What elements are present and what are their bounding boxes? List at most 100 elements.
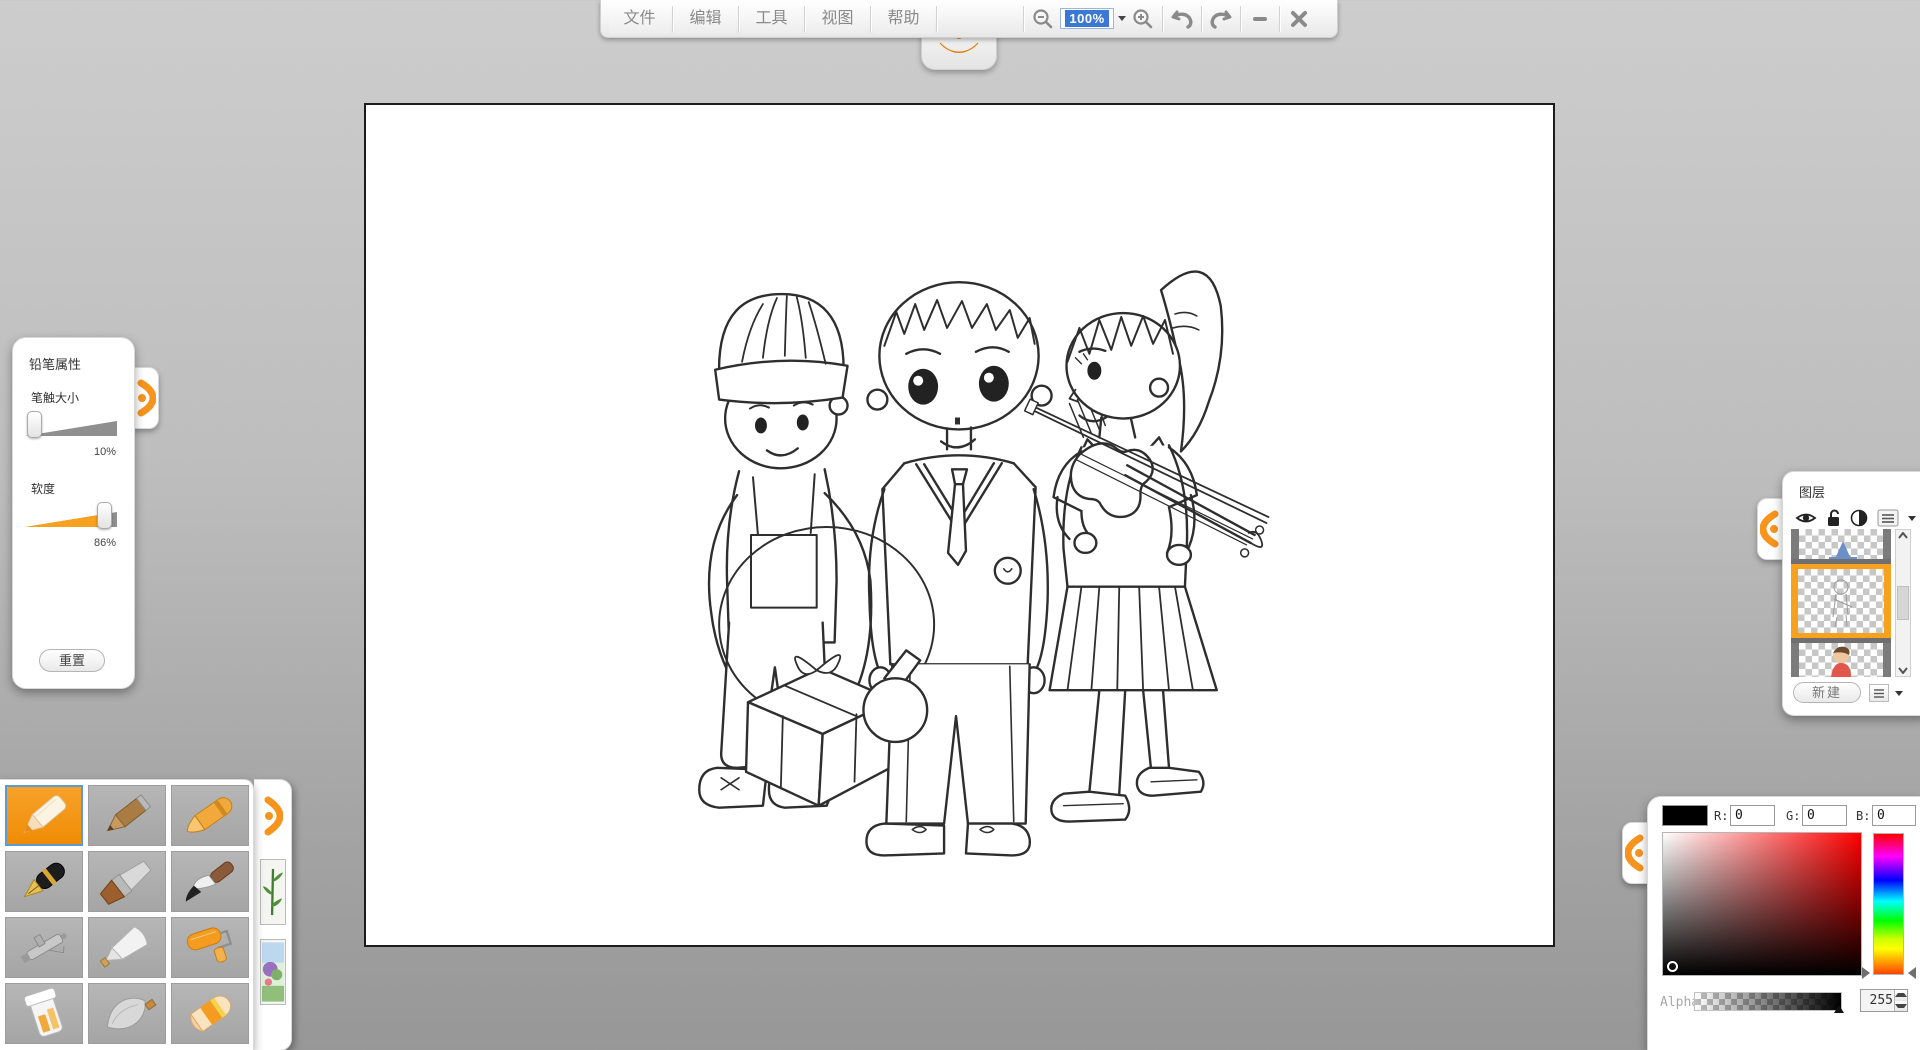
unlock-icon[interactable]	[1826, 509, 1841, 527]
saturation-value-box[interactable]	[1662, 832, 1862, 976]
pencil-panel-grip[interactable]	[133, 367, 159, 429]
brush-size-handle[interactable]	[27, 411, 42, 438]
picture-icon	[261, 940, 285, 1004]
alpha-spin-down[interactable]	[1895, 1001, 1907, 1012]
tool-palette	[0, 779, 254, 1050]
pencil-panel-title: 铅笔属性	[29, 354, 134, 373]
color-picker-panel: R: G: B: Alpha	[1647, 796, 1920, 1050]
zoom-dropdown-arrow[interactable]	[1118, 16, 1126, 21]
menu-tools[interactable]: 工具	[741, 4, 802, 34]
brush-size-slider[interactable]	[25, 410, 124, 444]
logo-clown-smile-icon	[936, 40, 982, 60]
bamboo-icon	[261, 860, 285, 924]
menu-edit[interactable]: 编辑	[675, 4, 736, 34]
palette-knife-icon	[89, 984, 165, 1043]
alpha-marker[interactable]	[1834, 1005, 1844, 1013]
color-picker-grip[interactable]	[1622, 822, 1648, 884]
app-root: { "toolbar": { "menus": ["文件", "编辑", "工具…	[0, 0, 1920, 1050]
pattern-tab-picture[interactable]	[260, 939, 286, 1005]
green-label: G:	[1786, 809, 1800, 823]
grip-icon	[1760, 507, 1780, 551]
eraser-icon	[172, 984, 248, 1043]
sv-cursor[interactable]	[1667, 961, 1678, 972]
alpha-spin-up[interactable]	[1895, 990, 1907, 1001]
layer-item-top[interactable]	[1791, 529, 1891, 559]
undo-button[interactable]	[1165, 4, 1199, 34]
layer-options-caret[interactable]	[1895, 691, 1903, 696]
softness-handle[interactable]	[97, 502, 112, 529]
girl-violin	[1025, 272, 1269, 822]
tool-crayon[interactable]	[171, 785, 249, 846]
alpha-slider[interactable]	[1694, 992, 1842, 1011]
flat-brush-icon	[89, 852, 165, 911]
blue-input[interactable]	[1872, 805, 1916, 826]
tool-wood-pencil[interactable]	[88, 785, 166, 846]
red-input[interactable]	[1730, 805, 1775, 826]
boy-middle	[866, 282, 1051, 855]
main-toolbar: 文件 编辑 工具 视图 帮助 100%	[600, 0, 1338, 38]
minimize-button[interactable]	[1243, 4, 1277, 34]
layer-item-bottom[interactable]	[1791, 643, 1891, 677]
zoom-level-combo[interactable]: 100%	[1060, 8, 1114, 29]
reset-button[interactable]: 重置	[39, 649, 105, 672]
separator	[1023, 6, 1024, 32]
layer-sketch-thumb	[1798, 569, 1884, 633]
hue-marker-left[interactable]	[1862, 967, 1870, 979]
menu-help[interactable]: 帮助	[873, 4, 934, 34]
tool-paint-tube[interactable]	[88, 917, 166, 978]
softness-value: 86%	[13, 537, 116, 549]
wood-pencil-icon	[89, 786, 165, 845]
scrollbar-thumb[interactable]	[1897, 586, 1909, 620]
brush-size-value: 10%	[13, 446, 116, 458]
blue-label: B:	[1856, 809, 1870, 823]
logo-space	[939, 4, 1021, 34]
opacity-half-circle-icon[interactable]	[1850, 509, 1868, 527]
ink-brush-icon	[172, 852, 248, 911]
green-input[interactable]	[1802, 805, 1847, 826]
tool-paint-roller[interactable]	[171, 917, 249, 978]
layer-image-thumb	[1799, 643, 1883, 677]
menu-file[interactable]: 文件	[609, 4, 670, 34]
pencil-properties-panel: 铅笔属性 笔触大小 10% 软度 86% 重置	[12, 337, 135, 689]
tool-palette-knife[interactable]	[88, 983, 166, 1044]
layer-options-button[interactable]	[1869, 684, 1889, 702]
paint-jar-icon	[6, 984, 82, 1043]
zoom-in-button[interactable]	[1126, 4, 1160, 34]
palette-grip[interactable]	[263, 792, 283, 845]
tool-ink-brush[interactable]	[171, 851, 249, 912]
softness-slider[interactable]	[25, 501, 124, 535]
visibility-eye-icon[interactable]	[1795, 510, 1817, 526]
grip-icon	[263, 792, 283, 840]
layer-item-selected[interactable]	[1791, 564, 1891, 638]
hue-marker-right[interactable]	[1908, 967, 1916, 979]
drawing-canvas[interactable]	[364, 103, 1555, 947]
tool-paint-jar[interactable]	[5, 983, 83, 1044]
layer-top-thumb	[1799, 529, 1883, 559]
scroll-down-icon[interactable]	[1898, 667, 1908, 674]
redo-button[interactable]	[1204, 4, 1238, 34]
close-button[interactable]	[1282, 4, 1316, 34]
layers-panel-grip[interactable]	[1757, 498, 1783, 560]
airbrush-icon	[6, 918, 82, 977]
tool-pencil[interactable]	[5, 785, 83, 846]
layers-scrollbar[interactable]	[1895, 529, 1911, 677]
layer-menu-caret[interactable]	[1908, 516, 1916, 521]
tool-fountain-pen[interactable]	[5, 851, 83, 912]
tool-flat-brush[interactable]	[88, 851, 166, 912]
new-layer-button[interactable]: 新建	[1793, 682, 1861, 703]
tool-airbrush[interactable]	[5, 917, 83, 978]
softness-label: 软度	[31, 480, 134, 497]
hue-strip[interactable]	[1873, 833, 1904, 975]
zoom-level-value: 100%	[1065, 10, 1108, 27]
tool-eraser[interactable]	[171, 983, 249, 1044]
paint-roller-icon	[172, 918, 248, 977]
layer-menu-icon[interactable]	[1877, 509, 1899, 527]
layers-panel: 图层 新建	[1782, 471, 1920, 716]
menu-view[interactable]: 视图	[807, 4, 868, 34]
scroll-up-icon[interactable]	[1898, 532, 1908, 539]
zoom-out-button[interactable]	[1026, 4, 1060, 34]
pattern-tab-bamboo[interactable]	[260, 859, 286, 925]
separator	[1201, 6, 1202, 32]
alpha-value-input[interactable]	[1861, 990, 1895, 1011]
grip-icon	[136, 376, 156, 420]
